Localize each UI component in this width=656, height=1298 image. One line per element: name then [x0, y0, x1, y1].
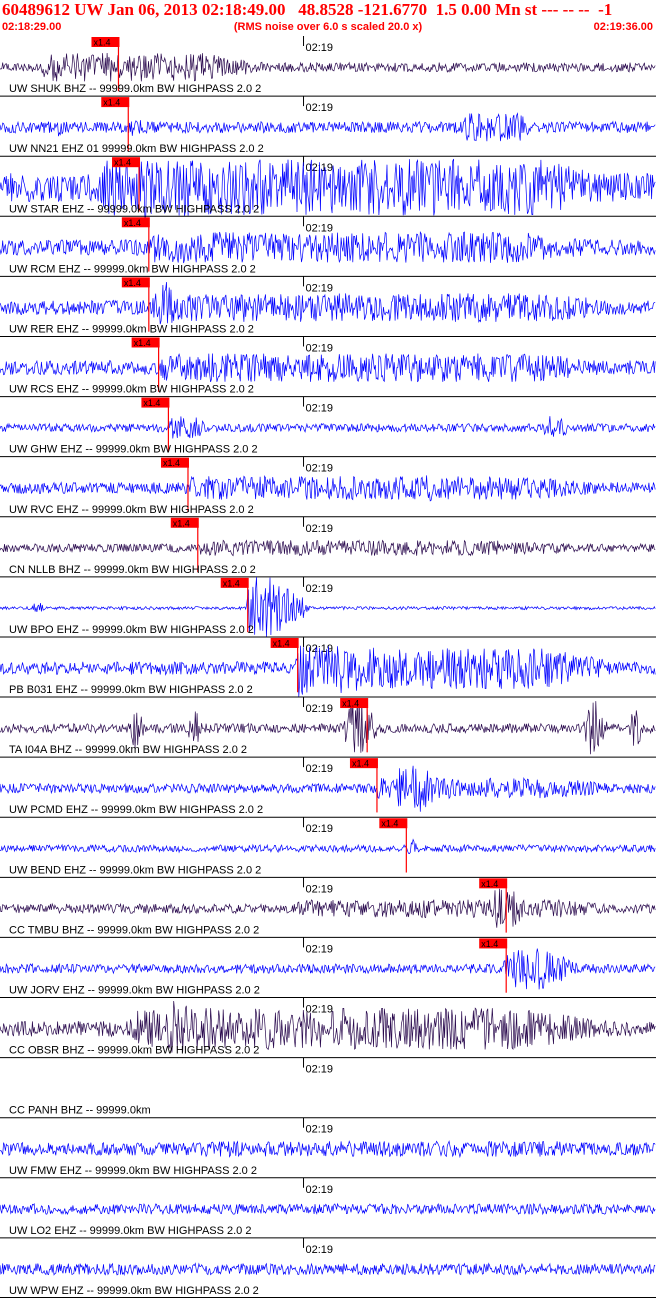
minute-tick-label: 02:19 [306, 102, 334, 114]
pick-label: x1.4 [124, 278, 141, 288]
pick-label: x1.4 [114, 158, 131, 168]
minute-tick-label: 02:19 [306, 342, 334, 354]
minute-tick-label: 02:19 [306, 1064, 334, 1076]
minute-tick-label: 02:19 [306, 42, 334, 54]
station-label: UW BEND EHZ -- 99999.0km BW HIGHPASS 2.0… [9, 864, 261, 876]
minute-tick-label: 02:19 [306, 1184, 334, 1196]
minute-tick-label: 02:19 [306, 883, 334, 895]
minute-tick-label: 02:19 [306, 403, 334, 415]
pick-label: x1.4 [173, 518, 190, 528]
event-title: 60489612 UW Jan 06, 2013 02:18:49.00 48.… [2, 0, 613, 19]
pick-label: x1.4 [352, 759, 369, 769]
pick-label: x1.4 [143, 398, 160, 408]
pick-label: x1.4 [481, 939, 498, 949]
station-label: CC TMBU BHZ -- 99999.0km BW HIGHPASS 2.0… [9, 924, 259, 936]
station-label: TA I04A BHZ -- 99999.0km BW HIGHPASS 2.0… [9, 744, 247, 756]
station-label: UW RCS EHZ -- 99999.0km BW HIGHPASS 2.0 … [9, 384, 254, 396]
seismogram-plot: 02:19 x1.4 UW SHUK BHZ -- 99999.0km BW HIG… [0, 36, 656, 1298]
waveform-trace [0, 112, 656, 142]
station-label: UW FMW EHZ -- 99999.0km BW HIGHPASS 2.0 … [9, 1165, 257, 1177]
station-label: PB B031 EHZ -- 99999.0km BW HIGHPASS 2.0… [9, 684, 253, 696]
pick-label: x1.4 [124, 218, 141, 228]
pick-label: x1.4 [481, 879, 498, 889]
minute-tick-label: 02:19 [306, 463, 334, 475]
minute-tick-label: 02:19 [306, 583, 334, 595]
waveform-trace [0, 475, 656, 502]
station-label: UW LO2 EHZ -- 99999.0km BW HIGHPASS 2.0 … [9, 1225, 251, 1237]
plot-header: 60489612 UW Jan 06, 2013 02:18:49.00 48.… [0, 0, 656, 36]
station-label: UW WPW EHZ -- 99999.0km BW HIGHPASS 2.0 … [9, 1285, 259, 1297]
minute-tick-label: 02:19 [306, 523, 334, 535]
waveform-trace [0, 231, 656, 264]
end-time-label: 02:19:36.00 [593, 21, 653, 33]
pick-label: x1.4 [381, 819, 398, 829]
pick-label: x1.4 [163, 458, 180, 468]
station-label: UW STAR EHZ -- 99999.0km BW HIGHPASS 2.0… [9, 203, 259, 215]
pick-label: x1.4 [273, 638, 290, 648]
station-label: CC OBSR BHZ -- 99999.0km BW HIGHPASS 2.0… [9, 1045, 259, 1057]
station-label: CN NLLB BHZ -- 99999.0km BW HIGHPASS 2.0… [9, 564, 256, 576]
waveform-trace [0, 353, 656, 383]
pick-label: x1.4 [223, 578, 240, 588]
waveform-trace [0, 52, 656, 82]
waveform-trace [0, 838, 656, 854]
waveform-trace [0, 1140, 656, 1159]
minute-tick-label: 02:19 [306, 943, 334, 955]
minute-tick-label: 02:19 [306, 1244, 334, 1256]
pick-label: x1.4 [342, 699, 359, 709]
station-label: CC PANH BHZ -- 99999.0km [9, 1105, 151, 1117]
pick-label: x1.4 [93, 38, 110, 48]
station-label: UW SHUK BHZ -- 99999.0km BW HIGHPASS 2.0… [9, 83, 261, 95]
waveform-trace [0, 416, 656, 439]
station-label: UW RVC EHZ -- 99999.0km BW HIGHPASS 2.0 … [9, 504, 254, 516]
minute-tick-label: 02:19 [306, 222, 334, 234]
station-label: UW NN21 EHZ 01 99999.0km BW HIGHPASS 2.0… [9, 143, 264, 155]
station-label: UW RCM EHZ -- 99999.0km BW HIGHPASS 2.0 … [9, 263, 256, 275]
station-label: UW RER EHZ -- 99999.0km BW HIGHPASS 2.0 … [9, 323, 254, 335]
minute-tick-label: 02:19 [306, 282, 334, 294]
rms-note: (RMS noise over 6.0 s scaled 20.0 x) [233, 21, 423, 33]
station-label: UW JORV EHZ -- 99999.0km BW HIGHPASS 2.0… [9, 985, 260, 997]
minute-tick-label: 02:19 [306, 1124, 334, 1136]
waveform-trace [0, 539, 656, 557]
station-label: UW BPO EHZ -- 99999.0km BW HIGHPASS 2.0 … [9, 624, 254, 636]
station-label: UW PCMD EHZ -- 99999.0km BW HIGHPASS 2.0… [9, 804, 263, 816]
minute-tick-label: 02:19 [306, 703, 334, 715]
pick-label: x1.4 [134, 338, 151, 348]
minute-tick-label: 02:19 [306, 823, 334, 835]
waveform-trace [0, 1202, 656, 1216]
station-label: UW GHW EHZ -- 99999.0km BW HIGHPASS 2.0 … [9, 444, 258, 456]
waveform-trace [0, 1262, 656, 1277]
pick-label: x1.4 [103, 98, 120, 108]
minute-tick-label: 02:19 [306, 1004, 334, 1016]
minute-tick-label: 02:19 [306, 763, 334, 775]
